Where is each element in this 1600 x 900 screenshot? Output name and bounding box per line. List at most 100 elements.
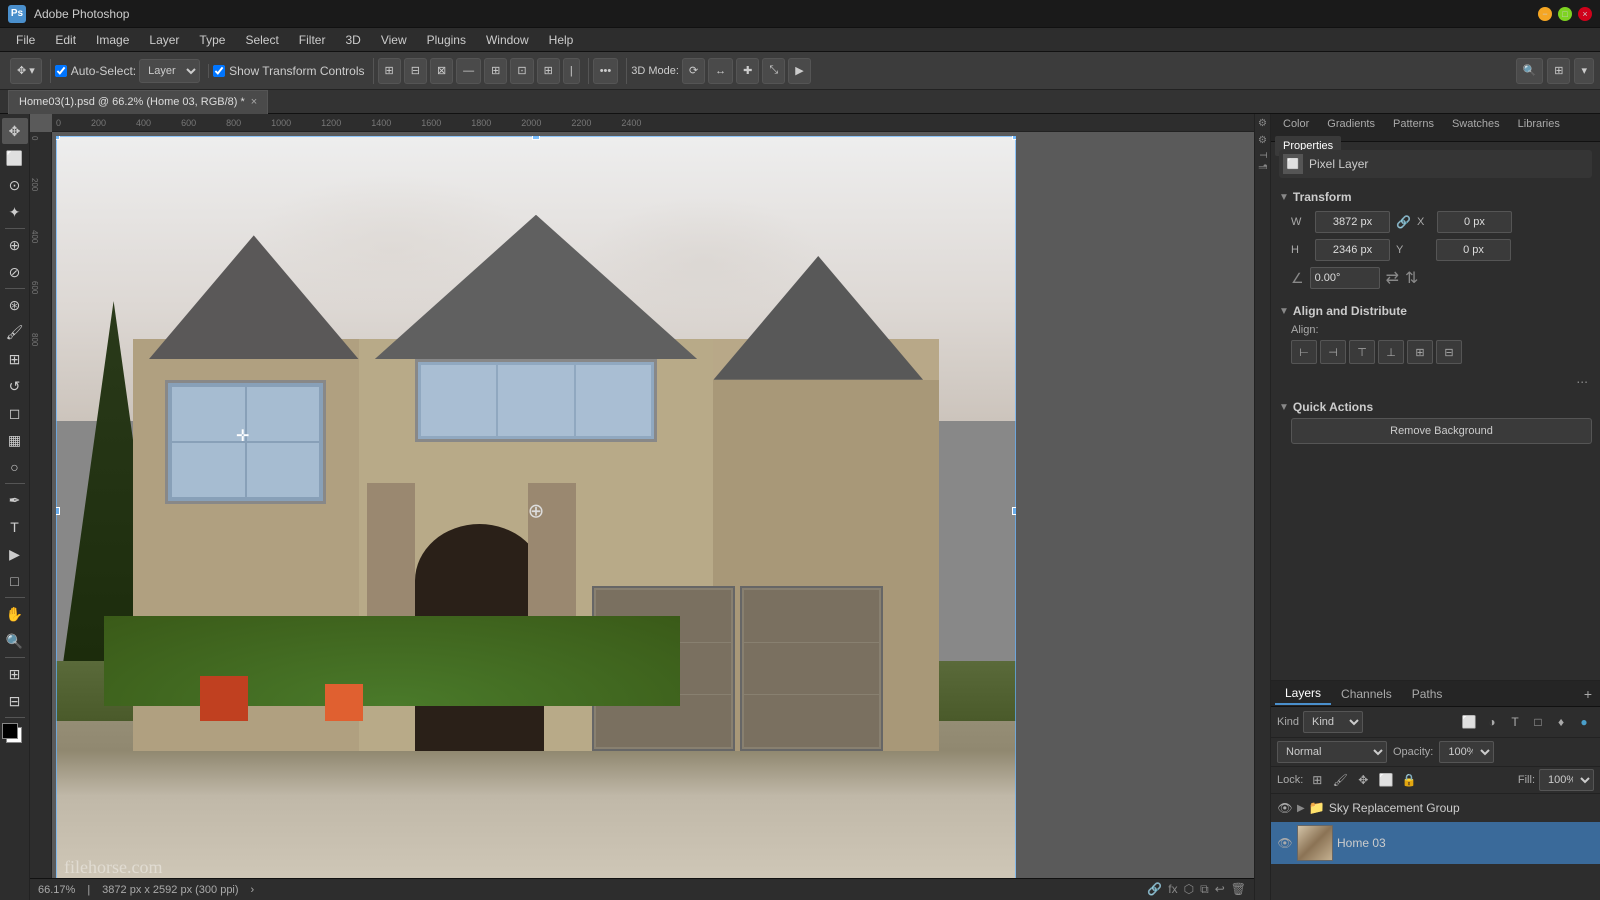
- layers-tab[interactable]: Layers: [1275, 683, 1331, 705]
- filter-adjustment-icon[interactable]: ◑: [1482, 712, 1502, 732]
- align-center-v-btn[interactable]: ⊞: [1407, 340, 1433, 364]
- align-bottom-edge-btn[interactable]: ⊟: [1436, 340, 1462, 364]
- remove-background-btn[interactable]: Remove Background: [1291, 418, 1592, 444]
- menu-window[interactable]: Window: [478, 31, 537, 49]
- tab-swatches[interactable]: Swatches: [1444, 114, 1508, 134]
- filter-kind-select[interactable]: Kind Name Effect: [1303, 711, 1363, 733]
- distribute-left-btn[interactable]: ⊞: [484, 58, 507, 84]
- align-more-btn[interactable]: —: [456, 58, 481, 84]
- text-tool[interactable]: T: [2, 514, 28, 540]
- selection-tool[interactable]: ⬜: [2, 145, 28, 171]
- clone-tool[interactable]: ⊞: [2, 346, 28, 372]
- collapse-icon-3[interactable]: T: [1257, 152, 1268, 158]
- menu-image[interactable]: Image: [88, 31, 137, 49]
- eraser-tool[interactable]: ◻: [2, 400, 28, 426]
- layer-sky-replacement-group[interactable]: 👁 ▶ 📁 Sky Replacement Group: [1271, 794, 1600, 822]
- canvas-area[interactable]: 0200400600800100012001400160018002000220…: [30, 114, 1254, 878]
- healing-tool[interactable]: ⊛: [2, 292, 28, 318]
- flip-horizontal-icon[interactable]: ⇄: [1386, 268, 1399, 288]
- magic-wand-tool[interactable]: ✦: [2, 199, 28, 225]
- menu-type[interactable]: Type: [191, 31, 233, 49]
- menu-select[interactable]: Select: [237, 31, 286, 49]
- toolbar-more-btn[interactable]: •••: [593, 58, 619, 84]
- lock-position-btn[interactable]: ✥: [1353, 770, 1373, 790]
- align-center-h-btn[interactable]: ⊣: [1320, 340, 1346, 364]
- quick-actions-header[interactable]: ▼ Quick Actions: [1279, 396, 1592, 418]
- move-tool[interactable]: ✥: [2, 118, 28, 144]
- layer-home03-row[interactable]: 👁 Home 03: [1271, 822, 1600, 864]
- menu-filter[interactable]: Filter: [291, 31, 334, 49]
- layer-sky-expand-btn[interactable]: ▶: [1297, 803, 1305, 814]
- filter-toggle-btn[interactable]: ●: [1574, 712, 1594, 732]
- extra-tool-2[interactable]: ⊟: [2, 688, 28, 714]
- layer-sky-visibility-toggle[interactable]: 👁: [1277, 800, 1293, 816]
- 3d-scale-btn[interactable]: ⤡: [762, 58, 785, 84]
- brush-tool[interactable]: 🖌: [2, 319, 28, 345]
- fill-select[interactable]: 100% 75% 50%: [1539, 769, 1594, 791]
- shape-tool[interactable]: □: [2, 568, 28, 594]
- transform-handle-top-center[interactable]: [532, 136, 540, 140]
- align-left-btn[interactable]: ⊞: [378, 58, 401, 84]
- expand-btn[interactable]: ▾: [1574, 58, 1594, 84]
- fx-status-icon[interactable]: fx: [1168, 882, 1177, 897]
- extra-tool-1[interactable]: ⊞: [2, 661, 28, 687]
- menu-plugins[interactable]: Plugins: [419, 31, 474, 49]
- menu-layer[interactable]: Layer: [141, 31, 187, 49]
- align-top-edge-btn[interactable]: ⊥: [1378, 340, 1404, 364]
- path-selection-tool[interactable]: ▶: [2, 541, 28, 567]
- show-transform-checkbox[interactable]: Show Transform Controls: [213, 64, 364, 78]
- foreground-color[interactable]: [2, 723, 18, 739]
- align-header[interactable]: ▼ Align and Distribute: [1279, 300, 1592, 322]
- channels-tab[interactable]: Channels: [1331, 684, 1402, 704]
- status-arrow[interactable]: ›: [251, 884, 255, 896]
- lock-artboard-btn[interactable]: ⬜: [1376, 770, 1396, 790]
- collapse-icon-2[interactable]: ⚙: [1257, 135, 1268, 146]
- auto-select-input[interactable]: [55, 65, 67, 77]
- 3d-rotate-btn[interactable]: ⟳: [682, 58, 705, 84]
- collapse-icon-1[interactable]: ⚙: [1257, 118, 1268, 129]
- eyedropper-tool[interactable]: ⊘: [2, 259, 28, 285]
- lock-all-btn[interactable]: 🔒: [1399, 770, 1419, 790]
- flip-vertical-icon[interactable]: ⇅: [1405, 268, 1418, 288]
- align-right-edge-btn[interactable]: ⊤: [1349, 340, 1375, 364]
- transform-handle-top-right[interactable]: [1012, 136, 1016, 140]
- dodge-tool[interactable]: ○: [2, 454, 28, 480]
- gradient-tool[interactable]: ▦: [2, 427, 28, 453]
- layer-home03-visibility-toggle[interactable]: 👁: [1277, 835, 1293, 851]
- filter-shape-icon[interactable]: □: [1528, 712, 1548, 732]
- distribute-more-btn[interactable]: |: [563, 58, 580, 84]
- hand-tool[interactable]: ✋: [2, 601, 28, 627]
- layer-status-icon[interactable]: ⧉: [1200, 882, 1209, 897]
- auto-select-checkbox[interactable]: Auto-Select:: [55, 64, 136, 78]
- menu-file[interactable]: File: [8, 31, 43, 49]
- paths-tab[interactable]: Paths: [1402, 684, 1453, 704]
- transform-handle-top-left[interactable]: [56, 136, 60, 140]
- 3d-pan-btn[interactable]: ↔: [708, 58, 733, 84]
- lock-transparent-btn[interactable]: ⊞: [1307, 770, 1327, 790]
- workspace-btn[interactable]: ⊞: [1547, 58, 1570, 84]
- x-input[interactable]: [1437, 211, 1512, 233]
- auto-select-type-select[interactable]: Layer Group: [139, 59, 200, 83]
- lasso-tool[interactable]: ⊙: [2, 172, 28, 198]
- tab-libraries[interactable]: Libraries: [1510, 114, 1568, 134]
- align-left-edge-btn[interactable]: ⊢: [1291, 340, 1317, 364]
- canvas-image[interactable]: ✛ ⊕ filehorse.com: [56, 136, 1016, 878]
- zoom-tool[interactable]: 🔍: [2, 628, 28, 654]
- history-status-icon[interactable]: ↩: [1215, 882, 1225, 897]
- menu-help[interactable]: Help: [541, 31, 582, 49]
- transform-header[interactable]: ▼ Transform: [1279, 186, 1592, 208]
- minimize-button[interactable]: −: [1538, 7, 1552, 21]
- tab-color[interactable]: Color: [1275, 114, 1317, 134]
- tab-gradients[interactable]: Gradients: [1319, 114, 1383, 134]
- menu-edit[interactable]: Edit: [47, 31, 84, 49]
- filter-type-icon[interactable]: T: [1505, 712, 1525, 732]
- width-input[interactable]: [1315, 211, 1390, 233]
- crop-tool[interactable]: ⊕: [2, 232, 28, 258]
- link-status-icon[interactable]: 🔗: [1147, 882, 1162, 897]
- opacity-select[interactable]: 100% 75% 50%: [1439, 741, 1494, 763]
- transform-handle-middle-left[interactable]: [56, 507, 60, 515]
- filter-smart-icon[interactable]: ♦: [1551, 712, 1571, 732]
- distribute-center-btn[interactable]: ⊡: [510, 58, 533, 84]
- y-input[interactable]: [1436, 239, 1511, 261]
- menu-3d[interactable]: 3D: [337, 31, 368, 49]
